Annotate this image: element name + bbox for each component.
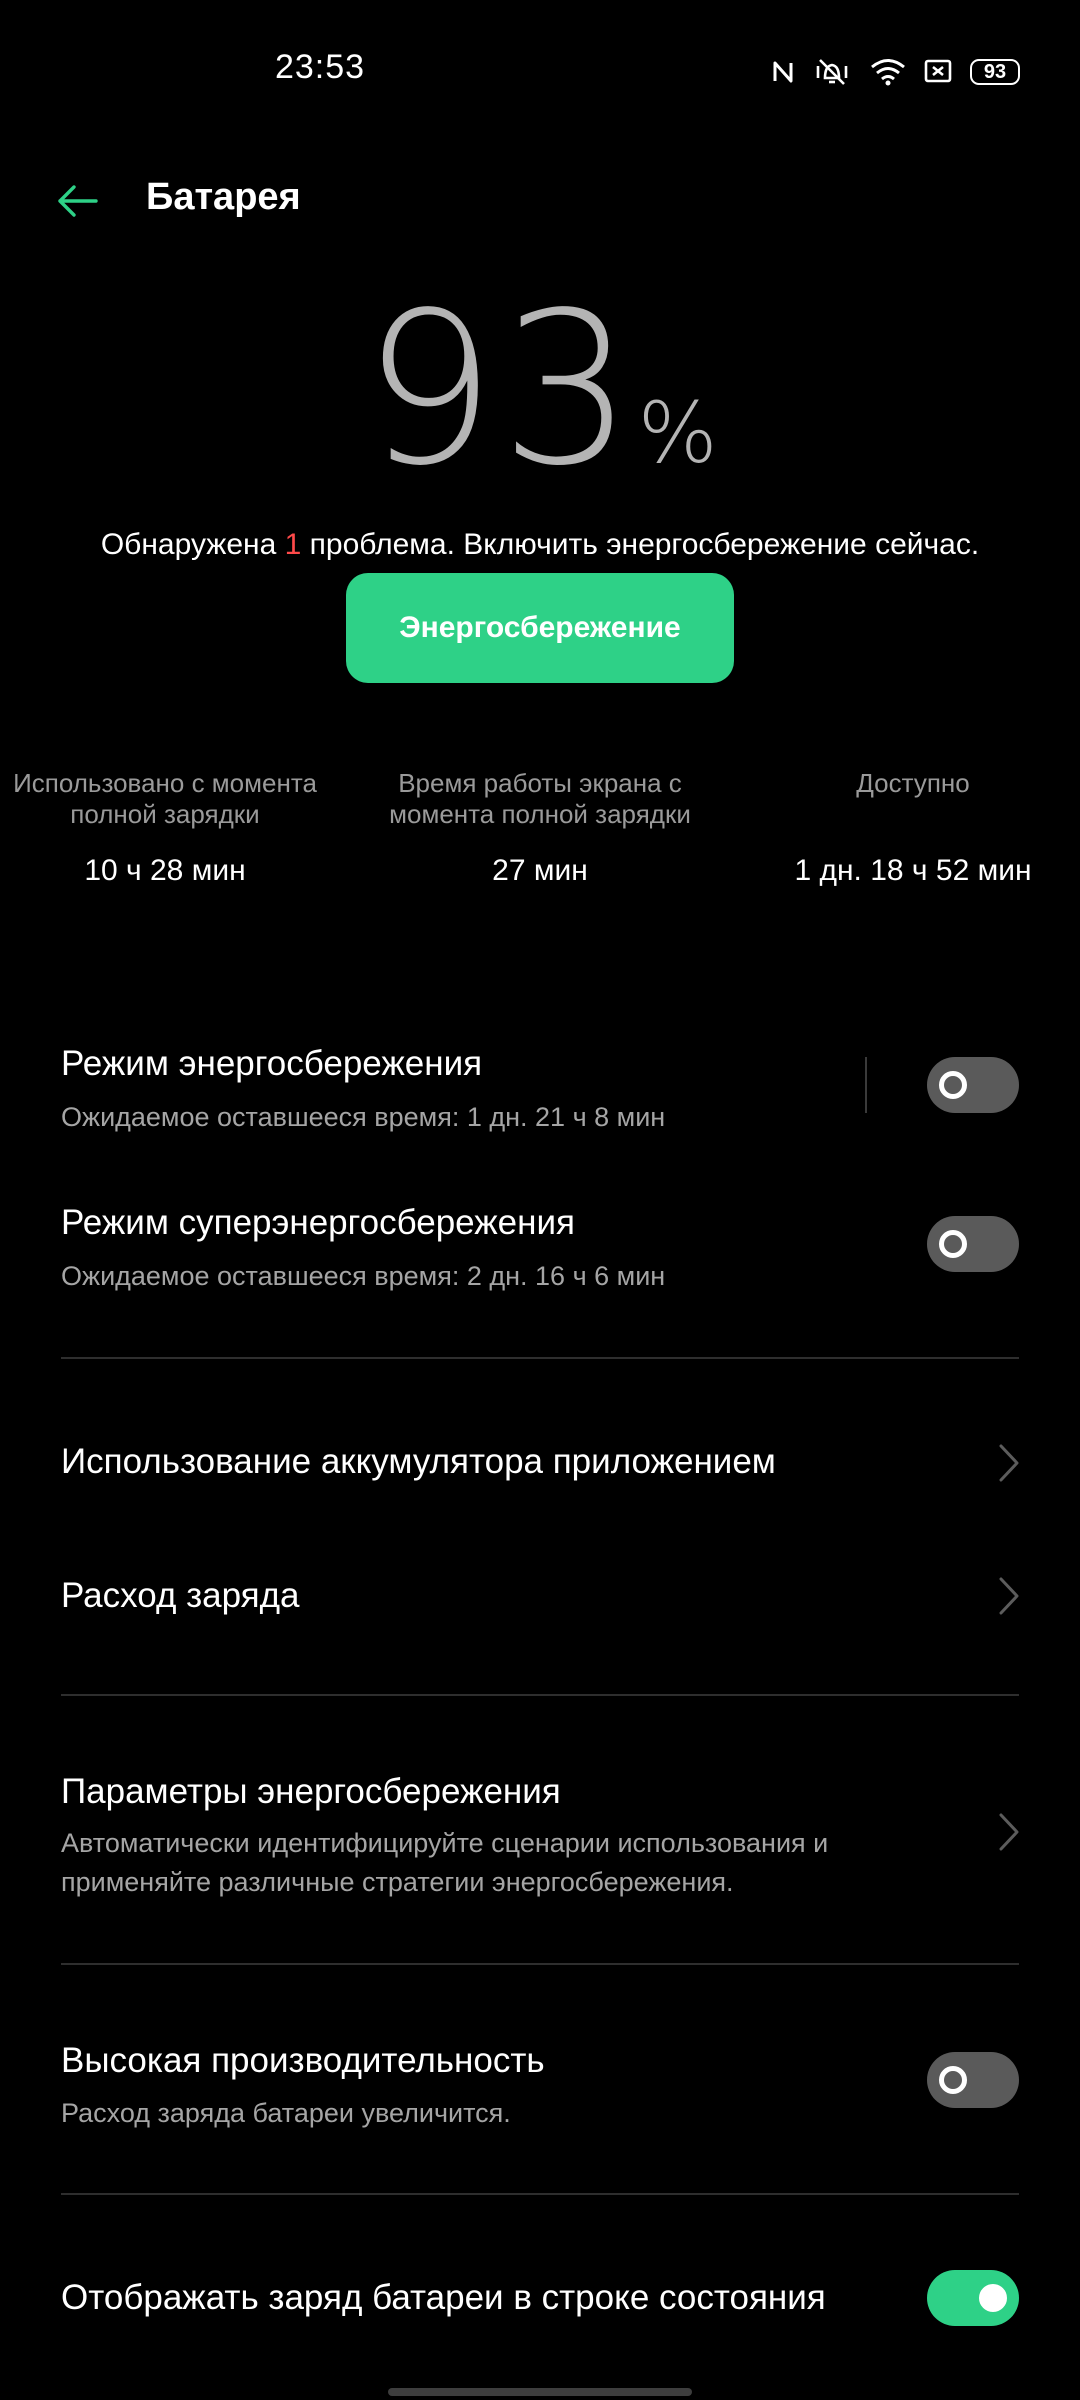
show-battery-status-toggle[interactable] <box>927 2270 1019 2326</box>
chevron-right-icon[interactable] <box>998 1812 1020 1852</box>
sim-icon <box>924 59 952 83</box>
battery-percent-sign: % <box>637 384 718 482</box>
saving-settings-title[interactable]: Параметры энергосбережения <box>61 1772 561 1812</box>
battery-percent-value: 93 <box>362 267 638 512</box>
nfc-icon <box>773 61 793 83</box>
divider <box>61 1357 1019 1359</box>
toggle-knob <box>939 2066 967 2094</box>
wifi-icon <box>871 59 905 86</box>
high-performance-toggle[interactable] <box>927 2052 1019 2108</box>
divider <box>61 2193 1019 2195</box>
battery-percent: 93% <box>0 280 1080 500</box>
back-arrow-icon[interactable] <box>52 175 104 227</box>
row-separator <box>865 1057 867 1113</box>
chevron-right-icon[interactable] <box>998 1443 1020 1483</box>
power-saving-mode-subtitle: Ожидаемое оставшееся время: 1 дн. 21 ч 8… <box>61 1102 666 1132</box>
home-indicator[interactable] <box>388 2388 692 2396</box>
status-icons: 93 <box>772 52 1020 92</box>
power-saving-button[interactable]: Энергосбережение <box>346 573 734 683</box>
stat-label: Доступно <box>856 768 970 798</box>
stat-available: Доступно 1 дн. 18 ч 52 мин <box>733 768 1080 888</box>
divider <box>61 1963 1019 1965</box>
super-saving-mode-subtitle: Ожидаемое оставшееся время: 2 дн. 16 ч 6… <box>61 1261 666 1291</box>
issue-suffix: проблема. Включить энергосбережение сейч… <box>301 528 980 561</box>
stat-used-since-charge: Использовано с момента полной зарядки 10… <box>0 768 345 888</box>
power-saving-mode-toggle[interactable] <box>927 1057 1019 1113</box>
super-saving-mode-toggle[interactable] <box>927 1216 1019 1272</box>
charge-consumption-link[interactable]: Расход заряда <box>61 1576 300 1616</box>
issue-message: Обнаружена 1 проблема. Включить энергосб… <box>0 528 1080 562</box>
high-performance-subtitle: Расход заряда батареи увеличится. <box>61 2098 511 2128</box>
saving-settings-subtitle-1: Автоматически идентифицируйте сценарии и… <box>61 1828 829 1858</box>
stat-value: 10 ч 28 мин <box>84 854 246 887</box>
battery-icon: 93 <box>970 59 1020 85</box>
stat-label: Время работы экрана с момента полной зар… <box>389 768 691 829</box>
super-saving-mode-title[interactable]: Режим суперэнергосбережения <box>61 1203 575 1243</box>
saving-settings-subtitle-2: применяйте различные стратегии энергосбе… <box>61 1867 734 1897</box>
status-time: 23:53 <box>274 48 366 86</box>
stat-screen-time: Время работы экрана с момента полной зар… <box>360 768 720 888</box>
stat-value: 1 дн. 18 ч 52 мин <box>794 854 1032 887</box>
issue-count: 1 <box>284 528 302 561</box>
stat-label: Использовано с момента полной зарядки <box>13 768 317 829</box>
power-saving-mode-title[interactable]: Режим энергосбережения <box>61 1044 482 1084</box>
page-title: Батарея <box>146 176 301 218</box>
toggle-knob <box>979 2284 1007 2312</box>
divider <box>61 1694 1019 1696</box>
toggle-knob <box>939 1230 967 1258</box>
high-performance-title[interactable]: Высокая производительность <box>61 2041 545 2081</box>
chevron-right-icon[interactable] <box>998 1576 1020 1616</box>
toggle-knob <box>939 1071 967 1099</box>
issue-prefix: Обнаружена <box>100 528 285 561</box>
vibrate-mute-icon <box>816 59 848 85</box>
stat-value: 27 мин <box>492 854 588 887</box>
show-battery-status-title[interactable]: Отображать заряд батареи в строке состоя… <box>61 2278 826 2318</box>
app-battery-usage-link[interactable]: Использование аккумулятора приложением <box>61 1442 776 1482</box>
